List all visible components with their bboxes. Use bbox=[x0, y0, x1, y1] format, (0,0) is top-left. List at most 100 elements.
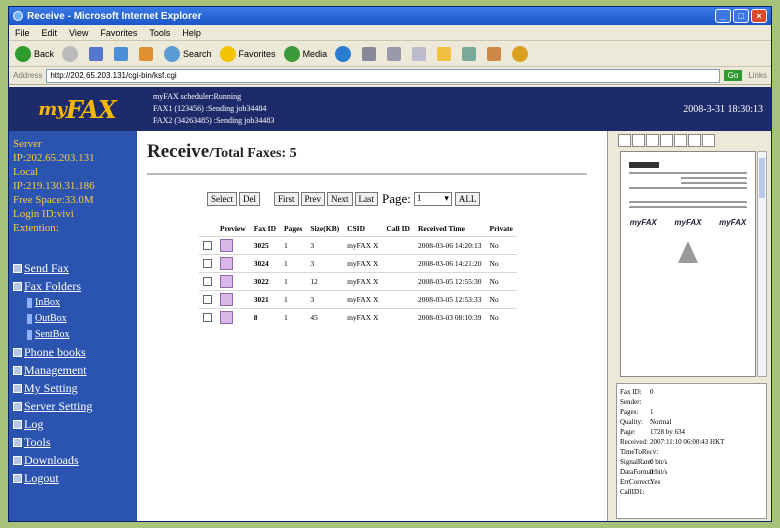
select-button[interactable]: Select bbox=[207, 192, 237, 206]
table-row[interactable]: 3021 1 3 myFAX X 2008-03-05 12:53:33 No bbox=[199, 290, 517, 309]
favorites-button[interactable]: Favorites bbox=[219, 45, 276, 62]
fax-received-time: 2008-03-06 14:20:13 bbox=[413, 236, 486, 255]
menu-bar: File Edit View Favorites Tools Help bbox=[9, 25, 771, 41]
refresh-button[interactable] bbox=[114, 46, 131, 61]
save-icon[interactable] bbox=[632, 133, 645, 147]
sidebar-item-logout[interactable]: Logout bbox=[13, 469, 133, 487]
next-page-button[interactable]: Next bbox=[327, 192, 353, 206]
row-checkbox[interactable] bbox=[203, 259, 212, 268]
messenger-icon bbox=[462, 46, 477, 61]
search-button[interactable]: Search bbox=[164, 45, 212, 62]
col-fax-id[interactable]: Fax ID bbox=[250, 221, 280, 237]
col-pages[interactable]: Pages bbox=[280, 221, 306, 237]
phone-book-icon bbox=[13, 347, 22, 357]
doc-heading-mark bbox=[629, 162, 659, 168]
sidebar-item-tools[interactable]: Tools bbox=[13, 433, 133, 451]
menu-view[interactable]: View bbox=[69, 28, 88, 38]
row-checkbox[interactable] bbox=[203, 295, 212, 304]
all-button[interactable]: ALL bbox=[454, 192, 481, 206]
home-button[interactable] bbox=[139, 46, 156, 61]
col-private[interactable]: Private bbox=[486, 221, 517, 237]
menu-help[interactable]: Help bbox=[182, 28, 201, 38]
fax-preview-icon[interactable] bbox=[220, 275, 233, 288]
print-icon[interactable] bbox=[618, 133, 631, 147]
sidebar-item-downloads[interactable]: Downloads bbox=[13, 451, 133, 469]
folder-icon bbox=[437, 46, 452, 61]
messenger-button[interactable] bbox=[462, 46, 479, 61]
fax-id: 3021 bbox=[249, 290, 280, 309]
media-button[interactable]: Media bbox=[283, 45, 327, 62]
maximize-button[interactable]: □ bbox=[733, 9, 749, 23]
sidebar-item-outbox[interactable]: OutBox bbox=[27, 311, 133, 327]
stop-button[interactable] bbox=[89, 46, 106, 61]
tool-button-a[interactable] bbox=[487, 46, 504, 61]
fax-pages: 1 bbox=[279, 236, 307, 255]
preview-scrollbar[interactable] bbox=[757, 151, 767, 377]
row-checkbox[interactable] bbox=[203, 313, 212, 322]
fax-csid: myFAX X bbox=[343, 236, 383, 255]
history-button[interactable] bbox=[335, 45, 354, 62]
search-icon[interactable] bbox=[674, 133, 687, 147]
sidebar-item-inbox[interactable]: InBox bbox=[27, 295, 133, 311]
hand-icon[interactable] bbox=[688, 133, 701, 147]
prev-page-button[interactable]: Prev bbox=[300, 192, 326, 206]
sidebar-item-phone-books[interactable]: Phone books bbox=[13, 343, 133, 361]
fax-size: 12 bbox=[306, 272, 344, 291]
address-input[interactable]: http://202.65.203.131/cgi-bin/ksf.cgi bbox=[46, 68, 720, 83]
minimize-button[interactable]: _ bbox=[715, 9, 731, 23]
close-button[interactable]: × bbox=[751, 9, 767, 23]
table-row[interactable]: 8 1 45 myFAX X 2008-03-03 08:10:39 No bbox=[199, 308, 517, 326]
fax-private: No bbox=[485, 290, 517, 309]
mail-button[interactable] bbox=[362, 46, 379, 61]
fax-preview-icon[interactable] bbox=[220, 311, 233, 324]
links-label[interactable]: Links bbox=[748, 71, 767, 80]
ie-icon bbox=[13, 11, 23, 21]
sidebar-item-server-setting[interactable]: Server Setting bbox=[13, 397, 133, 415]
menu-favorites[interactable]: Favorites bbox=[100, 28, 137, 38]
col-size[interactable]: Size(KB) bbox=[306, 221, 343, 237]
menu-tools[interactable]: Tools bbox=[149, 28, 170, 38]
rotate-icon[interactable] bbox=[702, 133, 715, 147]
menu-file[interactable]: File bbox=[15, 28, 30, 38]
sidebar-item-fax-folders[interactable]: Fax Folders bbox=[13, 277, 133, 295]
delete-button[interactable]: Del bbox=[239, 192, 260, 206]
row-checkbox[interactable] bbox=[203, 277, 212, 286]
fax-preview-icon[interactable] bbox=[220, 239, 233, 252]
sidebar-item-management[interactable]: Management bbox=[13, 361, 133, 379]
sidebar-item-my-setting[interactable]: My Setting bbox=[13, 379, 133, 397]
tools-icon bbox=[13, 437, 22, 447]
history-icon bbox=[335, 45, 352, 62]
tool-button-b[interactable] bbox=[512, 45, 531, 62]
sidebar-item-sentbox[interactable]: SentBox bbox=[27, 327, 133, 343]
sidebar-item-log[interactable]: Log bbox=[13, 415, 133, 433]
prop-row: ErrCorrect: Yes bbox=[620, 478, 661, 486]
col-csid[interactable]: CSID bbox=[343, 221, 382, 237]
first-page-button[interactable]: First bbox=[274, 192, 299, 206]
print-button[interactable] bbox=[387, 46, 404, 61]
page-select[interactable]: 1 ▾ bbox=[413, 192, 452, 206]
table-row[interactable]: 3022 1 12 myFAX X 2008-03-05 12:55:30 No bbox=[199, 272, 517, 291]
table-row[interactable]: 3024 1 3 myFAX X 2008-03-06 14:21:20 No bbox=[199, 254, 517, 273]
table-row[interactable]: 3025 1 3 myFAX X 2008-03-06 14:20:13 No bbox=[199, 236, 517, 255]
go-button[interactable]: Go bbox=[723, 70, 743, 81]
folder-button[interactable] bbox=[437, 46, 454, 61]
mail-icon bbox=[362, 46, 377, 61]
row-checkbox[interactable] bbox=[203, 241, 212, 250]
forward-button[interactable] bbox=[62, 45, 81, 62]
scroll-thumb[interactable] bbox=[759, 158, 765, 198]
menu-edit[interactable]: Edit bbox=[42, 28, 58, 38]
prop-row: Pages: 1 bbox=[620, 408, 654, 416]
star-icon bbox=[219, 45, 236, 62]
fax-preview-icon[interactable] bbox=[220, 293, 233, 306]
edit-button[interactable] bbox=[412, 46, 429, 61]
copy-icon[interactable] bbox=[646, 133, 659, 147]
zoom-in-icon[interactable] bbox=[660, 133, 673, 147]
col-call-id[interactable]: Call ID bbox=[382, 221, 414, 237]
last-page-button[interactable]: Last bbox=[354, 192, 379, 206]
col-received-time[interactable]: Received Time bbox=[414, 221, 486, 237]
col-preview[interactable]: Preview bbox=[216, 221, 250, 237]
fax-preview-icon[interactable] bbox=[220, 257, 233, 270]
back-button[interactable]: Back bbox=[15, 45, 54, 62]
sidebar-item-send-fax[interactable]: Send Fax bbox=[13, 259, 133, 277]
fax-document-preview[interactable]: myFAX myFAX myFAX bbox=[620, 151, 756, 377]
